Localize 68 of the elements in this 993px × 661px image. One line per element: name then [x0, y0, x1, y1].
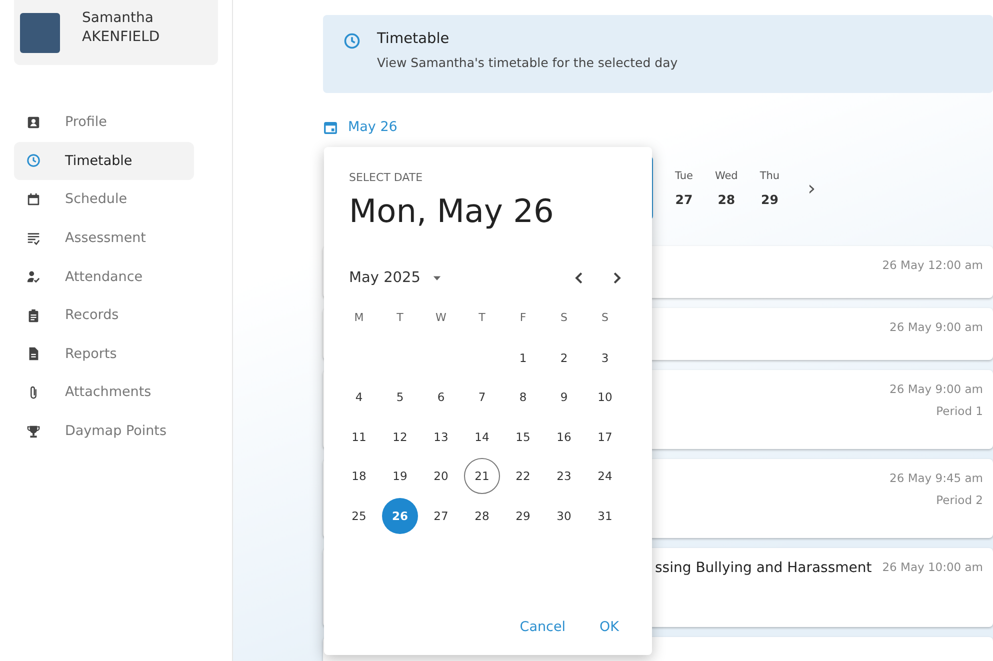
next-button[interactable]: ›: [802, 176, 822, 200]
event-period: Period 1: [936, 403, 983, 420]
event-time: 26 May 9:00 am: [890, 381, 983, 398]
profile-icon: [26, 114, 41, 130]
sidebar-item[interactable]: Daymap Points: [14, 412, 194, 450]
first-name: Samantha: [82, 8, 154, 28]
selected-date: Mon, May 26: [349, 192, 555, 230]
last-name: AKENFIELD: [82, 28, 160, 46]
dialog-label: SELECT DATE: [349, 171, 424, 184]
day-tab[interactable]: Wed 28: [714, 170, 738, 206]
event-time: 26 May 10:00 am: [882, 559, 983, 576]
clock-icon: [26, 153, 41, 168]
calendar-day[interactable]: 4: [341, 379, 377, 415]
sidebar-item[interactable]: Profile: [14, 103, 194, 142]
person-icon: [26, 269, 41, 284]
calendar-day[interactable]: 22: [505, 458, 541, 494]
calendar-day[interactable]: 6: [423, 379, 459, 415]
calendar-icon: [26, 192, 41, 207]
calendar-day[interactable]: 10: [587, 379, 623, 415]
trophy-icon: [26, 424, 41, 439]
weekday-label: T: [478, 310, 486, 326]
calendar-day[interactable]: 25: [341, 498, 377, 534]
month-dropdown[interactable]: May 2025: [349, 270, 442, 286]
calendar-day[interactable]: 26: [382, 498, 418, 534]
weekday-label: M: [354, 310, 364, 326]
calendar-day[interactable]: 23: [546, 458, 582, 494]
calendar-day[interactable]: 21: [464, 458, 500, 494]
calendar-day[interactable]: 7: [464, 379, 500, 415]
weekday-label: S: [602, 310, 608, 326]
sidebar-item[interactable]: Timetable: [14, 142, 194, 180]
day-tab[interactable]: Tue 27: [675, 170, 693, 206]
calendar-day[interactable]: 5: [382, 379, 418, 415]
profile-card[interactable]: Samantha AKENFIELD: [14, 0, 218, 65]
clock-icon: [343, 32, 361, 50]
page-subtitle: View Samantha's timetable for the selected day: [377, 55, 678, 70]
event-time: 26 May 9:00 am: [890, 319, 983, 336]
sidebar-item[interactable]: Schedule: [14, 180, 194, 219]
calendar-day[interactable]: 30: [546, 498, 582, 534]
calendar-day[interactable]: 24: [587, 458, 623, 494]
sidebar-item[interactable]: Records: [14, 296, 194, 335]
clipboard-icon: [26, 308, 41, 323]
list-icon: [26, 230, 41, 246]
calendar-day[interactable]: 20: [423, 458, 459, 494]
date-button[interactable]: May 26: [323, 119, 398, 135]
event-time: 26 May 12:00 am: [882, 257, 983, 274]
weekday-label: T: [396, 310, 404, 326]
calendar-day[interactable]: 31: [587, 498, 623, 534]
calendar-day[interactable]: 19: [382, 458, 418, 494]
calendar-day[interactable]: 8: [505, 379, 541, 415]
sidebar-item[interactable]: Reports: [14, 334, 194, 374]
event-time: 26 May 9:45 am: [890, 470, 983, 487]
calendar-icon: [323, 120, 338, 134]
event-period: Period 2: [936, 492, 983, 509]
calendar-day[interactable]: 18: [341, 458, 377, 494]
sidebar-item[interactable]: Attendance: [14, 257, 194, 296]
weekday-label: S: [560, 310, 568, 326]
sidebar-item[interactable]: Attachments: [14, 373, 194, 412]
event-title: ssing Bullying and Harassment: [655, 560, 872, 576]
page-title: Timetable: [377, 31, 450, 47]
weekday-label: F: [520, 310, 526, 326]
sidebar-item[interactable]: Assessment: [14, 218, 194, 258]
weekday-label: W: [436, 310, 446, 326]
photo-placeholder: [20, 12, 60, 52]
calendar-day[interactable]: 9: [546, 379, 582, 415]
calendar-day[interactable]: 29: [505, 498, 541, 534]
day-tab[interactable]: Thu 29: [760, 170, 780, 206]
calendar-day[interactable]: 28: [464, 498, 500, 534]
calendar-day[interactable]: 27: [423, 498, 459, 534]
